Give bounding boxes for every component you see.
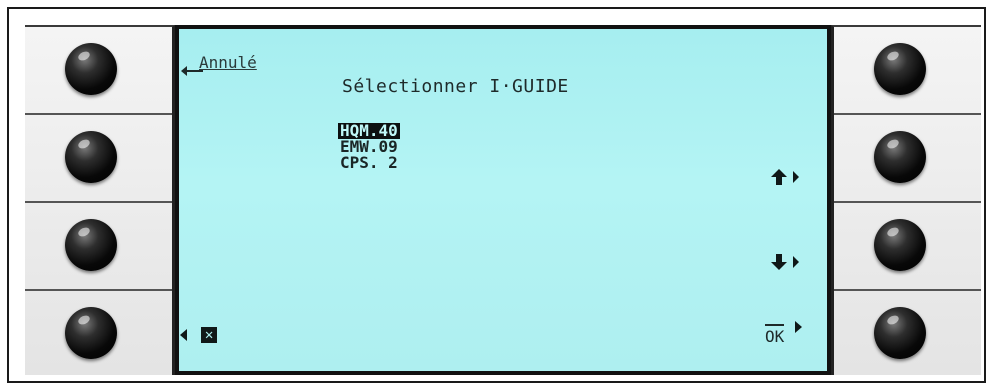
right-triangle-icon bbox=[794, 321, 802, 333]
left-softkey-1[interactable] bbox=[65, 43, 117, 95]
page-title: Sélectionner I·GUIDE bbox=[342, 76, 569, 97]
right-slot-3 bbox=[834, 203, 981, 291]
scroll-down-softkey[interactable] bbox=[769, 252, 803, 275]
left-slot-1 bbox=[25, 27, 172, 115]
cancel-label: Annulé bbox=[199, 53, 257, 72]
ok-softkey[interactable]: OK bbox=[765, 321, 804, 346]
right-softkey-4[interactable] bbox=[874, 307, 926, 359]
right-button-panel bbox=[831, 25, 981, 375]
left-triangle-icon bbox=[180, 328, 187, 341]
left-softkey-3[interactable] bbox=[65, 219, 117, 271]
scroll-up-softkey[interactable] bbox=[769, 167, 803, 190]
right-softkey-1[interactable] bbox=[874, 43, 926, 95]
right-slot-1 bbox=[834, 27, 981, 115]
right-slot-4 bbox=[834, 291, 981, 379]
close-softkey[interactable]: ✕ bbox=[179, 323, 218, 343]
list-item[interactable]: CPS. 2 bbox=[338, 155, 400, 171]
right-slot-2 bbox=[834, 115, 981, 203]
left-slot-2 bbox=[25, 115, 172, 203]
down-arrow-icon bbox=[771, 254, 799, 270]
left-slot-4 bbox=[25, 291, 172, 379]
iguide-list: HQM.40 EMW.09 CPS. 2 bbox=[338, 123, 400, 171]
left-softkey-2[interactable] bbox=[65, 131, 117, 183]
left-slot-3 bbox=[25, 203, 172, 291]
left-button-panel bbox=[25, 25, 175, 375]
up-arrow-icon bbox=[771, 169, 799, 185]
close-icon: ✕ bbox=[201, 326, 218, 343]
lcd-screen: Annulé Sélectionner I·GUIDE HQM.40 EMW.0… bbox=[175, 25, 831, 375]
ok-label: OK bbox=[765, 324, 785, 346]
right-softkey-3[interactable] bbox=[874, 219, 926, 271]
right-softkey-2[interactable] bbox=[874, 131, 926, 183]
left-softkey-4[interactable] bbox=[65, 307, 117, 359]
